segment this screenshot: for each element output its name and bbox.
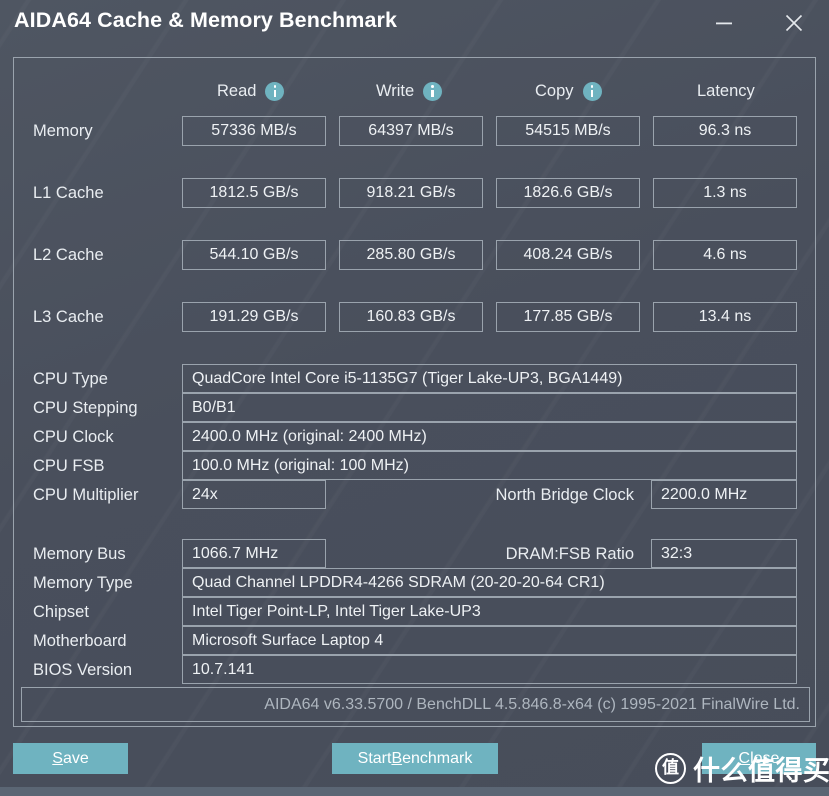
aida64-benchmark-window: AIDA64 Cache & Memory Benchmark Read Wri… xyxy=(0,0,829,796)
column-header-read: Read xyxy=(217,78,284,104)
start-button-suffix: enchmark xyxy=(402,750,472,768)
l2-read-value: 544.10 GB/s xyxy=(182,240,326,270)
label-cpu-multiplier: CPU Multiplier xyxy=(33,486,138,505)
start-benchmark-button[interactable]: Start Benchmark xyxy=(332,743,498,774)
column-label-write: Write xyxy=(376,82,414,101)
label-cpu-stepping: CPU Stepping xyxy=(33,399,138,418)
value-cpu-type: QuadCore Intel Core i5-1135G7 (Tiger Lak… xyxy=(182,364,797,393)
value-memory-type: Quad Channel LPDDR4-4266 SDRAM (20-20-20… xyxy=(182,568,797,597)
row-label-l3-cache: L3 Cache xyxy=(33,308,104,327)
l3-copy-value: 177.85 GB/s xyxy=(496,302,640,332)
start-button-prefix: Start xyxy=(358,750,392,768)
close-dialog-button[interactable]: Close xyxy=(702,743,816,774)
value-cpu-fsb: 100.0 MHz (original: 100 MHz) xyxy=(182,451,797,480)
label-memory-type: Memory Type xyxy=(33,574,133,593)
save-button[interactable]: Save xyxy=(13,743,128,774)
page-title: AIDA64 Cache & Memory Benchmark xyxy=(14,8,397,33)
info-icon-copy[interactable] xyxy=(583,82,602,101)
value-cpu-stepping: B0/B1 xyxy=(182,393,797,422)
bottom-strip xyxy=(0,787,829,796)
start-button-mnemonic: B xyxy=(391,750,402,768)
l2-copy-value: 408.24 GB/s xyxy=(496,240,640,270)
label-cpu-type: CPU Type xyxy=(33,370,108,389)
version-copyright-text: AIDA64 v6.33.5700 / BenchDLL 4.5.846.8-x… xyxy=(21,687,810,722)
value-bios-version: 10.7.141 xyxy=(182,655,797,684)
label-memory-bus: Memory Bus xyxy=(33,545,126,564)
memory-read-value: 57336 MB/s xyxy=(182,116,326,146)
column-header-row: Read Write Copy Latency xyxy=(14,58,817,104)
value-cpu-clock: 2400.0 MHz (original: 2400 MHz) xyxy=(182,422,797,451)
l3-latency-value: 13.4 ns xyxy=(653,302,797,332)
minimize-button[interactable] xyxy=(703,4,745,42)
close-button-mnemonic: C xyxy=(739,750,751,768)
value-north-bridge-clock: 2200.0 MHz xyxy=(651,480,797,509)
minimize-icon xyxy=(715,17,733,29)
l1-read-value: 1812.5 GB/s xyxy=(182,178,326,208)
l2-latency-value: 4.6 ns xyxy=(653,240,797,270)
value-motherboard: Microsoft Surface Laptop 4 xyxy=(182,626,797,655)
column-label-copy: Copy xyxy=(535,82,574,101)
value-memory-bus: 1066.7 MHz xyxy=(182,539,326,568)
info-icon-write[interactable] xyxy=(423,82,442,101)
column-header-copy: Copy xyxy=(535,78,602,104)
column-label-read: Read xyxy=(217,82,256,101)
close-window-button[interactable] xyxy=(773,4,815,42)
row-label-l2-cache: L2 Cache xyxy=(33,246,104,265)
close-button-suffix: lose xyxy=(750,750,779,768)
l3-write-value: 160.83 GB/s xyxy=(339,302,483,332)
memory-latency-value: 96.3 ns xyxy=(653,116,797,146)
benchmark-panel: Read Write Copy Latency Memory 57336 MB/… xyxy=(13,57,816,727)
title-bar: AIDA64 Cache & Memory Benchmark xyxy=(0,0,829,48)
save-button-mnemonic: S xyxy=(52,750,63,768)
value-chipset: Intel Tiger Point-LP, Intel Tiger Lake-U… xyxy=(182,597,797,626)
label-motherboard: Motherboard xyxy=(33,632,127,651)
row-label-memory: Memory xyxy=(33,122,93,141)
label-chipset: Chipset xyxy=(33,603,89,622)
l1-write-value: 918.21 GB/s xyxy=(339,178,483,208)
close-icon xyxy=(784,13,804,33)
value-dram-fsb-ratio: 32:3 xyxy=(651,539,797,568)
info-icon-read[interactable] xyxy=(265,82,284,101)
save-button-suffix: ave xyxy=(63,750,89,768)
watermark-logo-icon: 值 xyxy=(655,753,686,784)
label-north-bridge-clock: North Bridge Clock xyxy=(344,486,634,505)
label-cpu-clock: CPU Clock xyxy=(33,428,114,447)
memory-write-value: 64397 MB/s xyxy=(339,116,483,146)
column-header-write: Write xyxy=(376,78,442,104)
l3-read-value: 191.29 GB/s xyxy=(182,302,326,332)
column-label-latency: Latency xyxy=(697,82,755,101)
label-bios-version: BIOS Version xyxy=(33,661,132,680)
l1-copy-value: 1826.6 GB/s xyxy=(496,178,640,208)
label-dram-fsb-ratio: DRAM:FSB Ratio xyxy=(344,545,634,564)
l2-write-value: 285.80 GB/s xyxy=(339,240,483,270)
row-label-l1-cache: L1 Cache xyxy=(33,184,104,203)
l1-latency-value: 1.3 ns xyxy=(653,178,797,208)
column-header-latency: Latency xyxy=(697,78,755,104)
value-cpu-multiplier: 24x xyxy=(182,480,326,509)
label-cpu-fsb: CPU FSB xyxy=(33,457,105,476)
memory-copy-value: 54515 MB/s xyxy=(496,116,640,146)
